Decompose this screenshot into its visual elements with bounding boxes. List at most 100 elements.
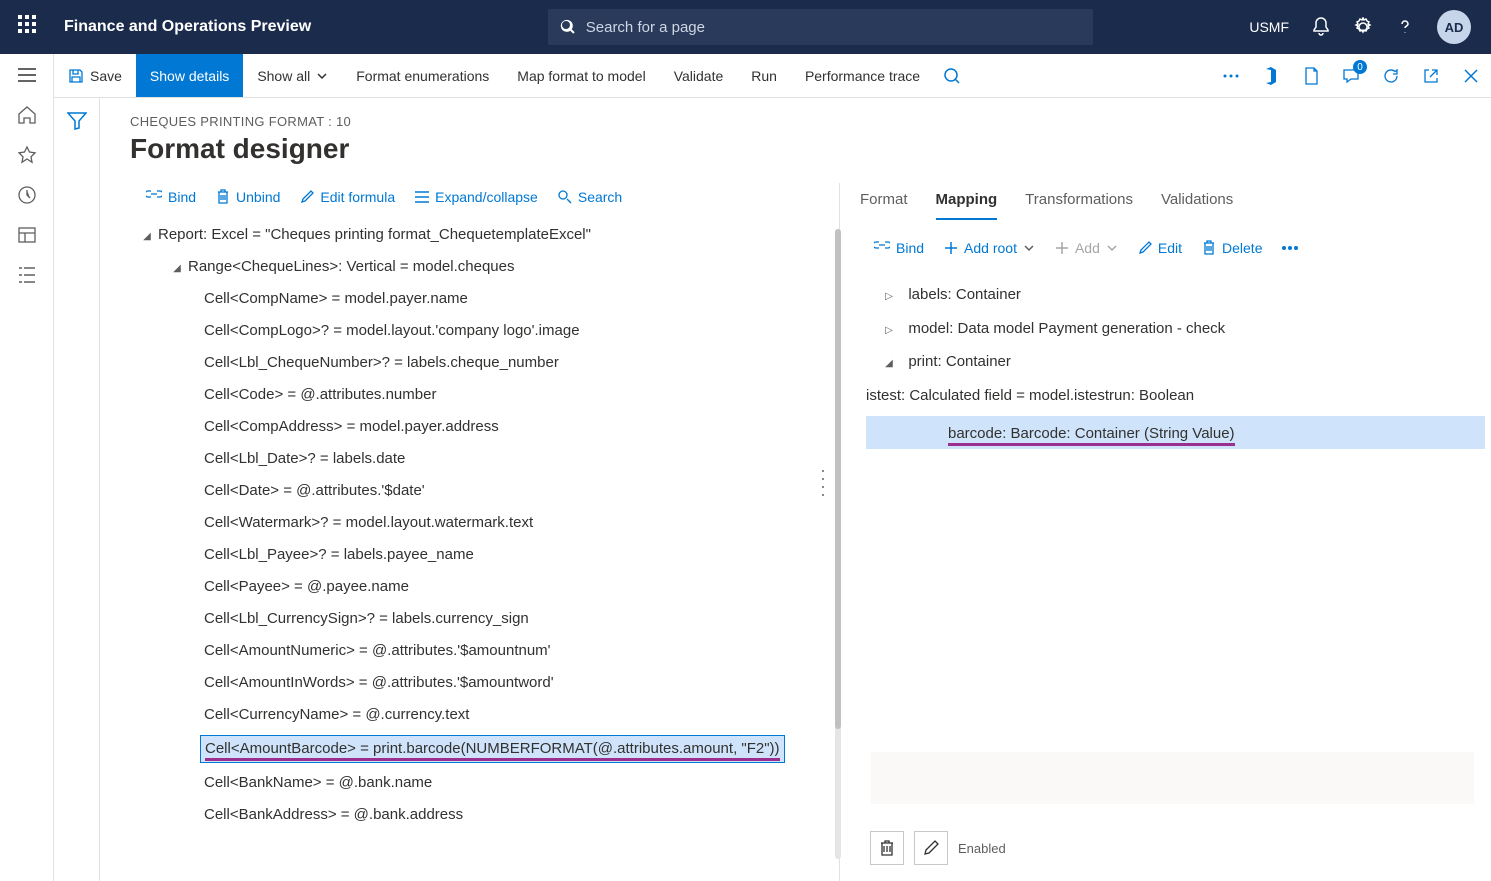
tab-format[interactable]: Format	[860, 183, 908, 220]
map-format-button[interactable]: Map format to model	[503, 54, 659, 97]
hamburger-icon[interactable]	[16, 64, 38, 86]
page-search-button[interactable]	[934, 54, 970, 97]
tree-node[interactable]: ◢Report: Excel = "Cheques printing forma…	[140, 219, 833, 251]
map-more-button[interactable]	[1274, 236, 1306, 260]
tree-node[interactable]: Cell<Watermark>? = model.layout.watermar…	[140, 507, 833, 539]
splitter-handle[interactable]	[822, 470, 828, 496]
delete-button[interactable]: Delete	[1194, 236, 1270, 260]
app-launcher-icon[interactable]	[18, 15, 42, 39]
tree-node-selected[interactable]: Cell<AmountBarcode> = print.barcode(NUMB…	[140, 731, 833, 767]
validate-button[interactable]: Validate	[660, 54, 738, 97]
perf-label: Performance trace	[805, 68, 920, 84]
bind-button[interactable]: Bind	[138, 185, 204, 209]
office-icon[interactable]	[1251, 54, 1291, 97]
tree-node[interactable]: Cell<Code> = @.attributes.number	[140, 379, 833, 411]
tree-node[interactable]: Cell<Lbl_Payee>? = labels.payee_name	[140, 539, 833, 571]
settings-icon[interactable]	[1353, 17, 1373, 37]
favorite-icon[interactable]	[16, 144, 38, 166]
map-node-label: labels: Container	[908, 286, 1021, 303]
tree-node[interactable]: Cell<Lbl_CurrencySign>? = labels.currenc…	[140, 603, 833, 635]
tree-node[interactable]: Cell<CompAddress> = model.payer.address	[140, 411, 833, 443]
tree-node[interactable]: Cell<AmountInWords> = @.attributes.'$amo…	[140, 667, 833, 699]
more-icon[interactable]	[1211, 54, 1251, 97]
edit-iconbutton[interactable]	[914, 831, 948, 865]
add-root-label: Add root	[964, 240, 1017, 256]
tree-node-label: Report: Excel = "Cheques printing format…	[158, 226, 591, 243]
tree-node[interactable]: Cell<CompName> = model.payer.name	[140, 283, 833, 315]
tab-validations[interactable]: Validations	[1161, 183, 1233, 220]
tree-node[interactable]: Cell<CompLogo>? = model.layout.'company …	[140, 315, 833, 347]
close-icon[interactable]	[1451, 54, 1491, 97]
company-label[interactable]: USMF	[1249, 19, 1289, 35]
attachments-icon[interactable]	[1291, 54, 1331, 97]
format-tree[interactable]: ◢Report: Excel = "Cheques printing forma…	[130, 219, 833, 881]
add-root-button[interactable]: Add root	[936, 236, 1043, 260]
tab-transformations[interactable]: Transformations	[1025, 183, 1133, 220]
messages-icon[interactable]: 0	[1331, 54, 1371, 97]
home-icon[interactable]	[16, 104, 38, 126]
caret-down-icon[interactable]: ◢	[140, 229, 154, 245]
expand-collapse-button[interactable]: Expand/collapse	[407, 185, 546, 209]
help-icon[interactable]	[1395, 17, 1415, 37]
workspaces-icon[interactable]	[16, 224, 38, 246]
tree-node-label: Cell<Watermark>? = model.layout.watermar…	[204, 514, 533, 531]
notifications-icon[interactable]	[1311, 17, 1331, 37]
map-node[interactable]: istest: Calculated field = model.istestr…	[866, 379, 1491, 413]
search-icon	[560, 19, 576, 35]
refresh-icon[interactable]	[1371, 54, 1411, 97]
tree-node[interactable]: Cell<Payee> = @.payee.name	[140, 571, 833, 603]
show-details-button[interactable]: Show details	[136, 54, 243, 97]
map-format-label: Map format to model	[517, 68, 645, 84]
show-all-button[interactable]: Show all	[243, 54, 342, 97]
tree-node[interactable]: Cell<BankAddress> = @.bank.address	[140, 799, 833, 831]
scrollbar[interactable]	[835, 229, 841, 859]
tree-node[interactable]: ◢Range<ChequeLines>: Vertical = model.ch…	[140, 251, 833, 283]
map-node[interactable]: ▷ model: Data model Payment generation -…	[866, 312, 1491, 346]
tree-node[interactable]: Cell<AmountNumeric> = @.attributes.'$amo…	[140, 635, 833, 667]
unbind-label: Unbind	[236, 189, 280, 205]
formula-textbox[interactable]	[870, 751, 1475, 805]
save-button[interactable]: Save	[54, 54, 136, 97]
filter-icon[interactable]	[67, 112, 87, 881]
global-search[interactable]	[548, 9, 1093, 45]
scrollbar-thumb[interactable]	[835, 229, 841, 729]
unbind-button[interactable]: Unbind	[208, 185, 288, 209]
tree-node-label: Cell<Lbl_Date>? = labels.date	[204, 450, 405, 467]
mapping-tree[interactable]: ▷ labels: Container ▷ model: Data model …	[858, 270, 1491, 453]
format-enumerations-button[interactable]: Format enumerations	[342, 54, 503, 97]
tree-node[interactable]: Cell<Date> = @.attributes.'$date'	[140, 475, 833, 507]
bind-label: Bind	[168, 189, 196, 205]
validate-label: Validate	[674, 68, 724, 84]
tab-mapping[interactable]: Mapping	[936, 183, 998, 220]
map-bind-button[interactable]: Bind	[866, 236, 932, 260]
caret-down-icon[interactable]: ◢	[170, 261, 184, 277]
search-tree-button[interactable]: Search	[550, 185, 630, 209]
chevron-down-icon	[316, 70, 328, 82]
tree-node[interactable]: Cell<Lbl_ChequeNumber>? = labels.cheque_…	[140, 347, 833, 379]
tree-node-label: Cell<Lbl_Payee>? = labels.payee_name	[204, 546, 474, 563]
tree-node[interactable]: Cell<BankName> = @.bank.name	[140, 767, 833, 799]
performance-trace-button[interactable]: Performance trace	[791, 54, 934, 97]
map-node-label: istest: Calculated field = model.istestr…	[866, 387, 1194, 404]
map-bind-label: Bind	[896, 240, 924, 256]
recent-icon[interactable]	[16, 184, 38, 206]
map-node[interactable]: ◢ print: Container	[866, 345, 1491, 379]
modules-icon[interactable]	[16, 264, 38, 286]
run-button[interactable]: Run	[737, 54, 791, 97]
caret-right-icon[interactable]: ▷	[882, 288, 896, 305]
tree-node[interactable]: Cell<CurrencyName> = @.currency.text	[140, 699, 833, 731]
badge-count: 0	[1353, 60, 1367, 74]
user-avatar[interactable]: AD	[1437, 10, 1471, 44]
edit-button[interactable]: Edit	[1130, 236, 1190, 260]
caret-right-icon[interactable]: ▷	[882, 322, 896, 339]
map-node-label: model: Data model Payment generation - c…	[908, 320, 1225, 337]
tree-node[interactable]: Cell<Lbl_Date>? = labels.date	[140, 443, 833, 475]
delete-iconbutton[interactable]	[870, 831, 904, 865]
search-input[interactable]	[586, 19, 1081, 36]
popout-icon[interactable]	[1411, 54, 1451, 97]
edit-formula-button[interactable]: Edit formula	[292, 185, 403, 209]
tree-node-label: Cell<Lbl_ChequeNumber>? = labels.cheque_…	[204, 354, 559, 371]
map-node[interactable]: ▷ labels: Container	[866, 278, 1491, 312]
caret-down-icon[interactable]: ◢	[882, 355, 896, 372]
map-node-selected[interactable]: barcode: Barcode: Container (String Valu…	[866, 412, 1491, 453]
